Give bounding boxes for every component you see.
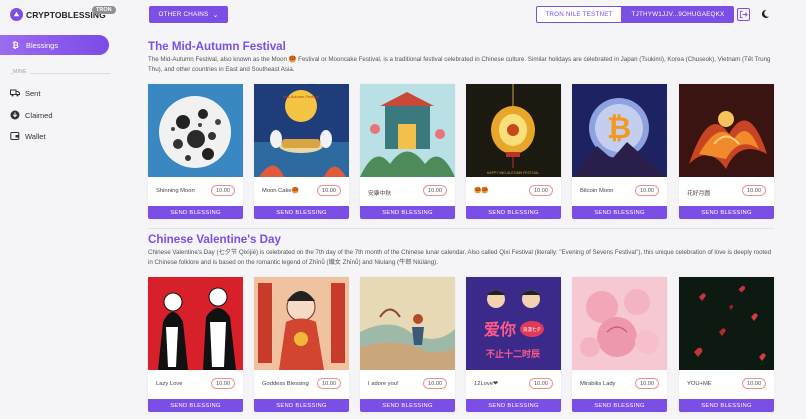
wallet-icon bbox=[10, 131, 20, 141]
card-price: 10.00 bbox=[742, 185, 766, 196]
card-image[interactable]: 爱你 浪漫七夕 不止十二时辰 bbox=[466, 277, 561, 370]
blessing-card[interactable]: Lazy Love 10.00 SEND BLESSING bbox=[148, 277, 243, 412]
card-name: 花好月圆 bbox=[687, 191, 711, 197]
card-price: 10.00 bbox=[529, 185, 553, 196]
sidebar-item-wallet[interactable]: Wallet bbox=[10, 131, 46, 141]
section-title: Chinese Valentine's Day bbox=[148, 233, 281, 246]
card-name: Moon Cake🥮 bbox=[262, 188, 299, 194]
section-title: The Mid-Autumn Festival bbox=[148, 40, 286, 53]
send-blessing-button[interactable]: SEND BLESSING bbox=[360, 399, 455, 412]
chevron-down-icon: ⌄ bbox=[212, 11, 219, 19]
card-image[interactable] bbox=[254, 277, 349, 370]
art-big-text: 爱你 bbox=[484, 320, 516, 339]
other-chains-dropdown[interactable]: OTHER CHAINS ⌄ bbox=[149, 6, 228, 23]
card-image[interactable] bbox=[148, 84, 243, 177]
sidebar-item-label: Wallet bbox=[25, 131, 46, 141]
other-chains-label: OTHER CHAINS bbox=[158, 11, 209, 18]
logo-icon bbox=[10, 8, 23, 21]
logout-button[interactable] bbox=[737, 8, 750, 21]
blessing-card[interactable]: Mirabilis Lady 10.00 SEND BLESSING bbox=[572, 277, 667, 412]
section-description: The Mid-Autumn Festival, also known as t… bbox=[148, 56, 771, 73]
card-price: 10.00 bbox=[317, 378, 341, 389]
card-image[interactable]: ₿ bbox=[572, 84, 667, 177]
send-blessing-button[interactable]: SEND BLESSING bbox=[466, 206, 561, 219]
send-blessing-button[interactable]: SEND BLESSING bbox=[572, 399, 667, 412]
art-tag-text: 浪漫七夕 bbox=[523, 326, 541, 333]
card-price: 10.00 bbox=[635, 185, 659, 196]
svg-text:₿: ₿ bbox=[607, 112, 631, 145]
blessing-card[interactable]: 花好月圆 10.00 SEND BLESSING bbox=[679, 84, 774, 219]
section-description: Chinese Valentine's Day (七夕节 Qixìjié) is… bbox=[148, 249, 772, 266]
send-blessing-button[interactable]: SEND BLESSING bbox=[466, 399, 561, 412]
sidebar-item-label: Blessings bbox=[26, 40, 59, 50]
sidebar-item-label: Sent bbox=[25, 88, 41, 98]
card-image[interactable] bbox=[360, 277, 455, 370]
card-image[interactable] bbox=[679, 277, 774, 370]
send-blessing-button[interactable]: SEND BLESSING bbox=[148, 399, 243, 412]
card-name: 🥮🥮 bbox=[474, 188, 489, 194]
sidebar-item-label: Claimed bbox=[25, 110, 53, 120]
card-name: I adore you! bbox=[368, 381, 399, 387]
card-name: Shinning Moon bbox=[156, 188, 195, 194]
card-name: Goddess Blessing bbox=[262, 381, 309, 387]
card-price: 10.00 bbox=[742, 378, 766, 389]
send-blessing-button[interactable]: SEND BLESSING bbox=[254, 206, 349, 219]
card-image[interactable] bbox=[148, 277, 243, 370]
card-name: 安康中秋 bbox=[368, 191, 392, 197]
chain-badge: TRON bbox=[92, 6, 116, 14]
wallet-address-button[interactable]: TJTHYW1JJV...9OHUGAEQKX bbox=[622, 6, 734, 23]
card-image[interactable] bbox=[679, 84, 774, 177]
blessing-card[interactable]: YOU+ME 10.00 SEND BLESSING bbox=[679, 277, 774, 412]
card-image[interactable]: Mid-Autumn Festival bbox=[254, 84, 349, 177]
blessing-card[interactable]: Shinning Moon 10.00 SEND BLESSING bbox=[148, 84, 243, 219]
blessing-card[interactable]: 爱你 浪漫七夕 不止十二时辰 12Love❤ 10.00 SEND BLESSI… bbox=[466, 277, 561, 412]
card-price: 10.00 bbox=[423, 378, 447, 389]
sidebar-item-sent[interactable]: Sent bbox=[10, 88, 40, 98]
logout-icon bbox=[739, 10, 748, 19]
card-image[interactable] bbox=[360, 84, 455, 177]
moon-icon bbox=[761, 9, 769, 18]
card-name: Mirabilis Lady bbox=[580, 381, 616, 387]
card-price: 10.00 bbox=[317, 185, 341, 196]
card-image[interactable] bbox=[572, 277, 667, 370]
blessing-card[interactable]: Mid-Autumn Festival Moon Cake🥮 10.00 SEN… bbox=[254, 84, 349, 219]
art-caption: Mid-Autumn Festival bbox=[283, 94, 320, 99]
send-blessing-button[interactable]: SEND BLESSING bbox=[679, 399, 774, 412]
card-price: 10.00 bbox=[529, 378, 553, 389]
blessing-card[interactable]: ₿ Bitcoin Moon 10.00 SEND BLESSING bbox=[572, 84, 667, 219]
send-blessing-button[interactable]: SEND BLESSING bbox=[572, 206, 667, 219]
card-name: 12Love❤ bbox=[474, 381, 498, 387]
blessing-card[interactable]: 安康中秋 10.00 SEND BLESSING bbox=[360, 84, 455, 219]
card-price: 10.00 bbox=[635, 378, 659, 389]
blessing-card[interactable]: HAPPY MID-AUTUMN FESTIVAL 🥮🥮 10.00 SEND … bbox=[466, 84, 561, 219]
theme-toggle-button[interactable] bbox=[759, 8, 771, 20]
send-blessing-button[interactable]: SEND BLESSING bbox=[254, 399, 349, 412]
app-logo[interactable]: CRYPTOBLESSING TRON bbox=[10, 6, 116, 21]
download-circle-icon bbox=[10, 110, 20, 120]
art-caption: HAPPY MID-AUTUMN FESTIVAL bbox=[487, 171, 540, 175]
app-root: CRYPTOBLESSING TRON ₿ Blessings MINE Sen… bbox=[0, 0, 806, 419]
blessing-card[interactable]: Goddess Blessing 10.00 SEND BLESSING bbox=[254, 277, 349, 412]
sidebar: CRYPTOBLESSING TRON ₿ Blessings MINE Sen… bbox=[0, 0, 116, 419]
section-divider bbox=[148, 228, 774, 229]
send-blessing-button[interactable]: SEND BLESSING bbox=[360, 206, 455, 219]
network-button[interactable]: TRON NILE TESTNET bbox=[536, 6, 622, 23]
card-name: Bitcoin Moon bbox=[580, 188, 614, 194]
blessing-card[interactable]: I adore you! 10.00 SEND BLESSING bbox=[360, 277, 455, 412]
card-image[interactable]: HAPPY MID-AUTUMN FESTIVAL bbox=[466, 84, 561, 177]
sidebar-section-label: MINE bbox=[13, 69, 30, 75]
send-blessing-button[interactable]: SEND BLESSING bbox=[679, 206, 774, 219]
card-price: 10.00 bbox=[423, 185, 447, 196]
art-line-text: 不止十二时辰 bbox=[486, 348, 541, 359]
card-name: YOU+ME bbox=[687, 381, 712, 387]
card-price: 10.00 bbox=[211, 378, 235, 389]
sidebar-item-claimed[interactable]: Claimed bbox=[10, 110, 53, 120]
card-price: 10.00 bbox=[211, 185, 235, 196]
card-name: Lazy Love bbox=[156, 381, 183, 387]
bitcoin-icon: ₿ bbox=[12, 40, 19, 50]
send-blessing-button[interactable]: SEND BLESSING bbox=[148, 206, 243, 219]
truck-icon bbox=[10, 88, 20, 98]
sidebar-item-blessings[interactable]: ₿ Blessings bbox=[0, 35, 109, 55]
